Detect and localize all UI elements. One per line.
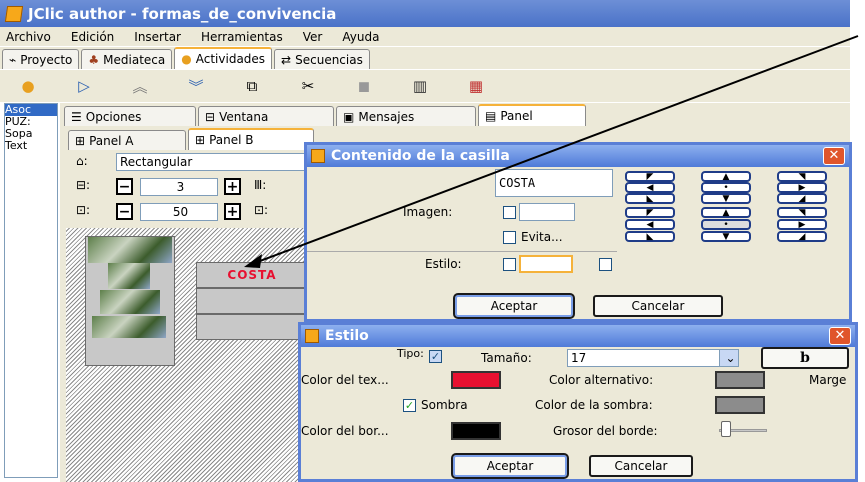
annotation-arrow: [244, 35, 859, 268]
